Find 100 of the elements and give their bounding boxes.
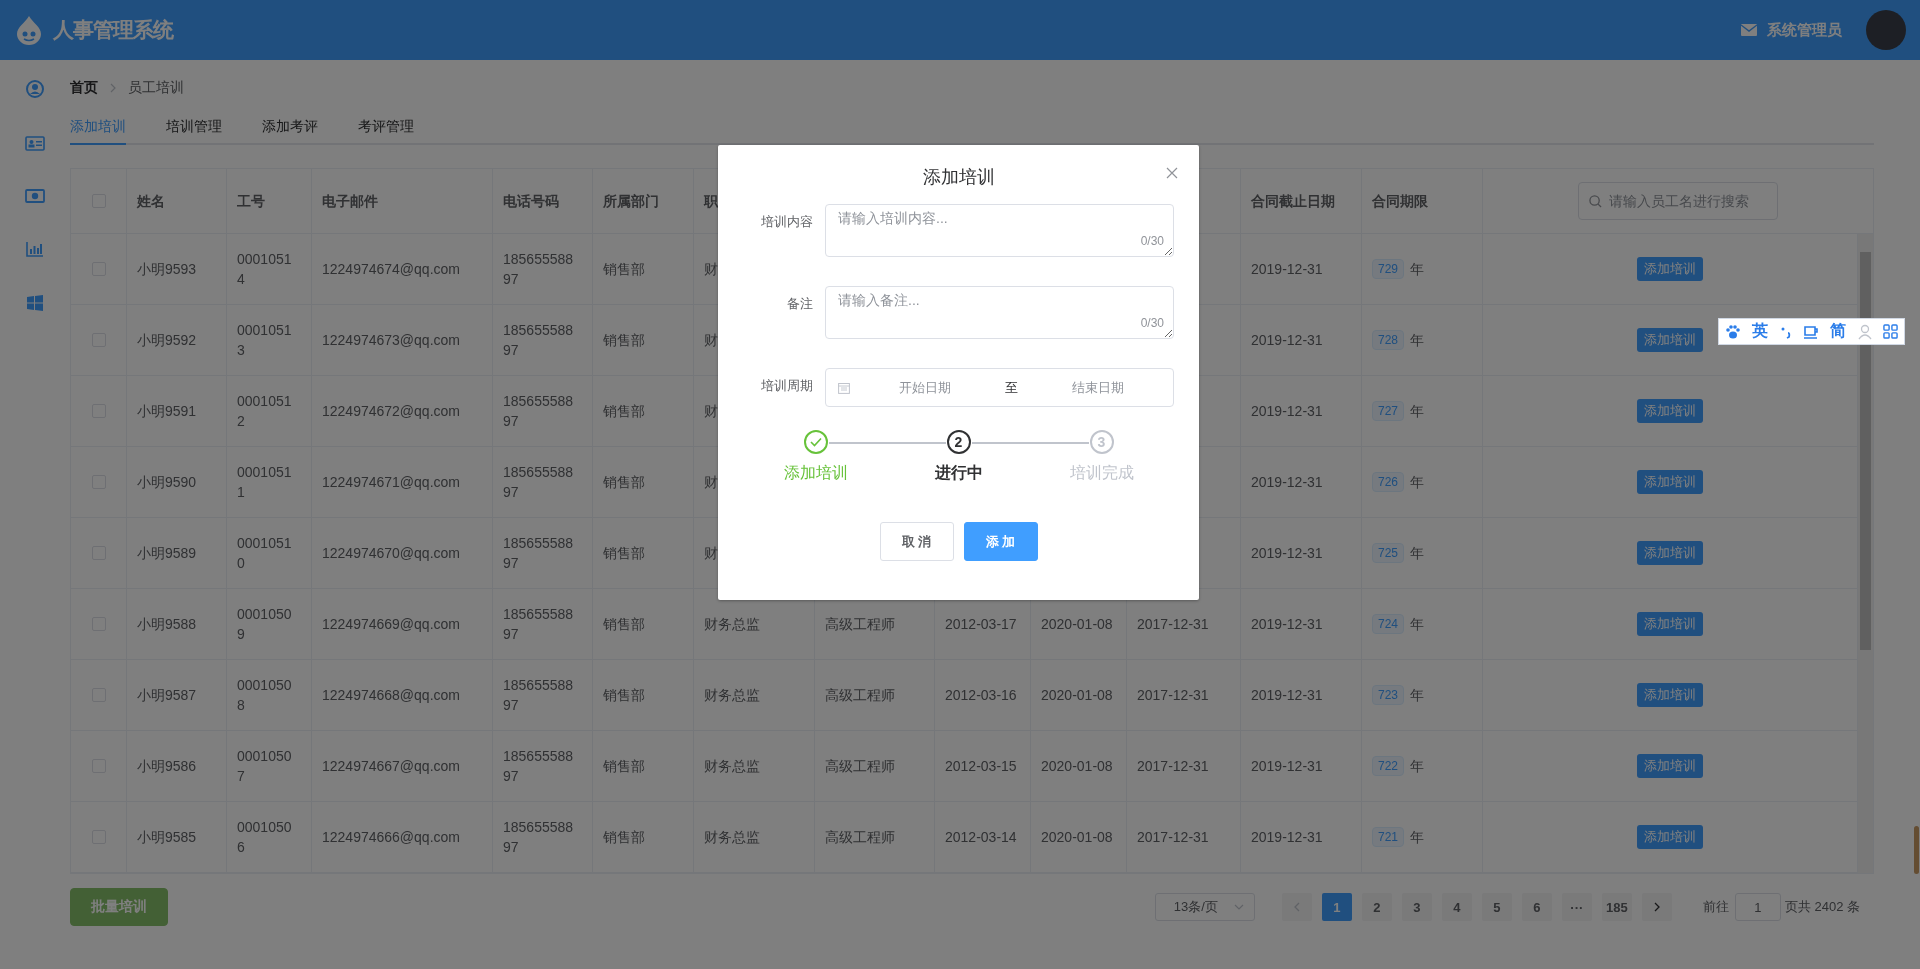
table-cell: 2019-12-31: [1241, 802, 1362, 873]
table-cell: 00010511: [227, 447, 312, 518]
username[interactable]: 系统管理员: [1767, 20, 1842, 40]
table-cell: 小明9588: [127, 589, 227, 660]
term-tag: 722: [1372, 756, 1405, 776]
table-cell: 高级工程师: [815, 802, 935, 873]
term-unit: 年: [1410, 828, 1425, 847]
page-size-select[interactable]: 13条/页: [1154, 893, 1255, 921]
ime-button[interactable]: 简: [1830, 321, 1847, 342]
table-cell: 高级工程师: [815, 731, 935, 802]
page-button[interactable]: 4: [1441, 893, 1472, 921]
tab[interactable]: 考评管理: [358, 110, 414, 145]
page-button[interactable]: 2: [1361, 893, 1392, 921]
table-cell: 小明9590: [127, 447, 227, 518]
table-cell: 2017-12-31: [1127, 660, 1241, 731]
column-header: 姓名: [127, 169, 227, 234]
column-header: 合同截止日期: [1241, 169, 1362, 234]
table-cell: 销售部: [593, 376, 694, 447]
table-cell: 18565558897: [493, 660, 593, 731]
table-cell: 2012-03-16: [935, 660, 1031, 731]
add-training-button[interactable]: 添加培训: [1637, 257, 1703, 281]
table-cell: 2019-12-31: [1241, 234, 1362, 305]
cancel-button[interactable]: 取 消: [879, 522, 954, 561]
table-cell: 00010513: [227, 305, 312, 376]
add-training-button[interactable]: 添加培训: [1637, 470, 1703, 494]
add-button[interactable]: 添 加: [963, 522, 1038, 561]
start-date-field[interactable]: 开始日期: [850, 379, 1000, 396]
range-separator: 至: [1004, 378, 1019, 397]
table-cell: 2019-12-31: [1241, 731, 1362, 802]
term-unit: 年: [1410, 473, 1425, 492]
table-cell: 2012-03-14: [935, 802, 1031, 873]
table-cell: 18565558897: [493, 447, 593, 518]
term-tag: 721: [1372, 827, 1405, 847]
character-counter: 0/30: [1140, 234, 1164, 248]
page-button[interactable]: 5: [1481, 893, 1512, 921]
step-label: 进行中: [934, 463, 983, 483]
add-training-button[interactable]: 添加培训: [1637, 612, 1703, 636]
term-unit: 年: [1410, 260, 1425, 279]
breadcrumb-item: 员工培训: [128, 79, 184, 97]
term-tag: 723: [1372, 685, 1405, 705]
add-training-button[interactable]: 添加培训: [1637, 399, 1703, 423]
table-cell: 1224974674@qq.com: [312, 234, 493, 305]
date-range-field[interactable]: 开始日期 至 结束日期: [825, 368, 1174, 407]
term-unit: 年: [1410, 402, 1425, 421]
table-cell: 00010512: [227, 376, 312, 447]
table-cell: 1224974667@qq.com: [312, 731, 493, 802]
table-cell: 财务总监: [694, 802, 815, 873]
term-unit: 年: [1410, 331, 1425, 350]
table-cell: 小明9587: [127, 660, 227, 731]
term-unit: 年: [1410, 544, 1425, 563]
page-button[interactable]: ···: [1561, 893, 1592, 921]
tab[interactable]: 添加培训: [70, 110, 126, 145]
table-cell: 18565558897: [493, 234, 593, 305]
term-tag: 725: [1372, 543, 1405, 563]
table-cell: 18565558897: [493, 305, 593, 376]
character-counter: 0/30: [1140, 316, 1164, 330]
add-training-button[interactable]: 添加培训: [1637, 683, 1703, 707]
text-area[interactable]: 请输入备注... 0/30: [825, 286, 1174, 339]
add-training-button[interactable]: 添加培训: [1637, 754, 1703, 778]
form-label: 培训周期: [760, 377, 814, 395]
ime-button[interactable]: 英: [1752, 321, 1769, 342]
add-training-button[interactable]: 添加培训: [1637, 328, 1703, 352]
table-cell: 2017-12-31: [1127, 802, 1241, 873]
table-cell: 1224974666@qq.com: [312, 802, 493, 873]
table-cell: 高级工程师: [815, 660, 935, 731]
add-training-button[interactable]: 添加培训: [1637, 541, 1703, 565]
table-cell: 18565558897: [493, 518, 593, 589]
table-cell: 1224974671@qq.com: [312, 447, 493, 518]
dialog-title: 添加培训: [922, 166, 995, 189]
page-button[interactable]: 185: [1601, 893, 1632, 921]
table-cell: 小明9585: [127, 802, 227, 873]
column-header: 所属部门: [593, 169, 694, 234]
tab[interactable]: 添加考评: [262, 110, 318, 145]
breadcrumb-item[interactable]: 首页: [70, 79, 98, 97]
goto-label: 前往: [1702, 898, 1729, 916]
form-label: 培训内容: [760, 213, 814, 231]
table-cell: 销售部: [593, 589, 694, 660]
table-cell: 2019-12-31: [1241, 305, 1362, 376]
add-training-button[interactable]: 添加培训: [1637, 825, 1703, 849]
table-cell: 2020-01-08: [1031, 802, 1127, 873]
table-cell: 00010514: [227, 234, 312, 305]
tab[interactable]: 培训管理: [166, 110, 222, 145]
table-cell: 小明9593: [127, 234, 227, 305]
end-date-field[interactable]: 结束日期: [1023, 379, 1173, 396]
table-cell: 2020-01-08: [1031, 731, 1127, 802]
step-label: 培训完成: [1069, 463, 1134, 483]
term-unit: 年: [1410, 686, 1425, 705]
page-button[interactable]: 6: [1521, 893, 1552, 921]
table-cell: 销售部: [593, 802, 694, 873]
table-cell: 00010507: [227, 731, 312, 802]
text-area[interactable]: 请输入培训内容... 0/30: [825, 204, 1174, 257]
column-header: 电子邮件: [312, 169, 493, 234]
page-number-field[interactable]: 1: [1734, 893, 1781, 921]
table-cell: 2020-01-08: [1031, 660, 1127, 731]
table-cell: 小明9589: [127, 518, 227, 589]
page-button[interactable]: 1: [1321, 893, 1352, 921]
table-cell: 销售部: [593, 305, 694, 376]
table-cell: 小明9592: [127, 305, 227, 376]
table-cell: 00010508: [227, 660, 312, 731]
page-button[interactable]: 3: [1401, 893, 1432, 921]
